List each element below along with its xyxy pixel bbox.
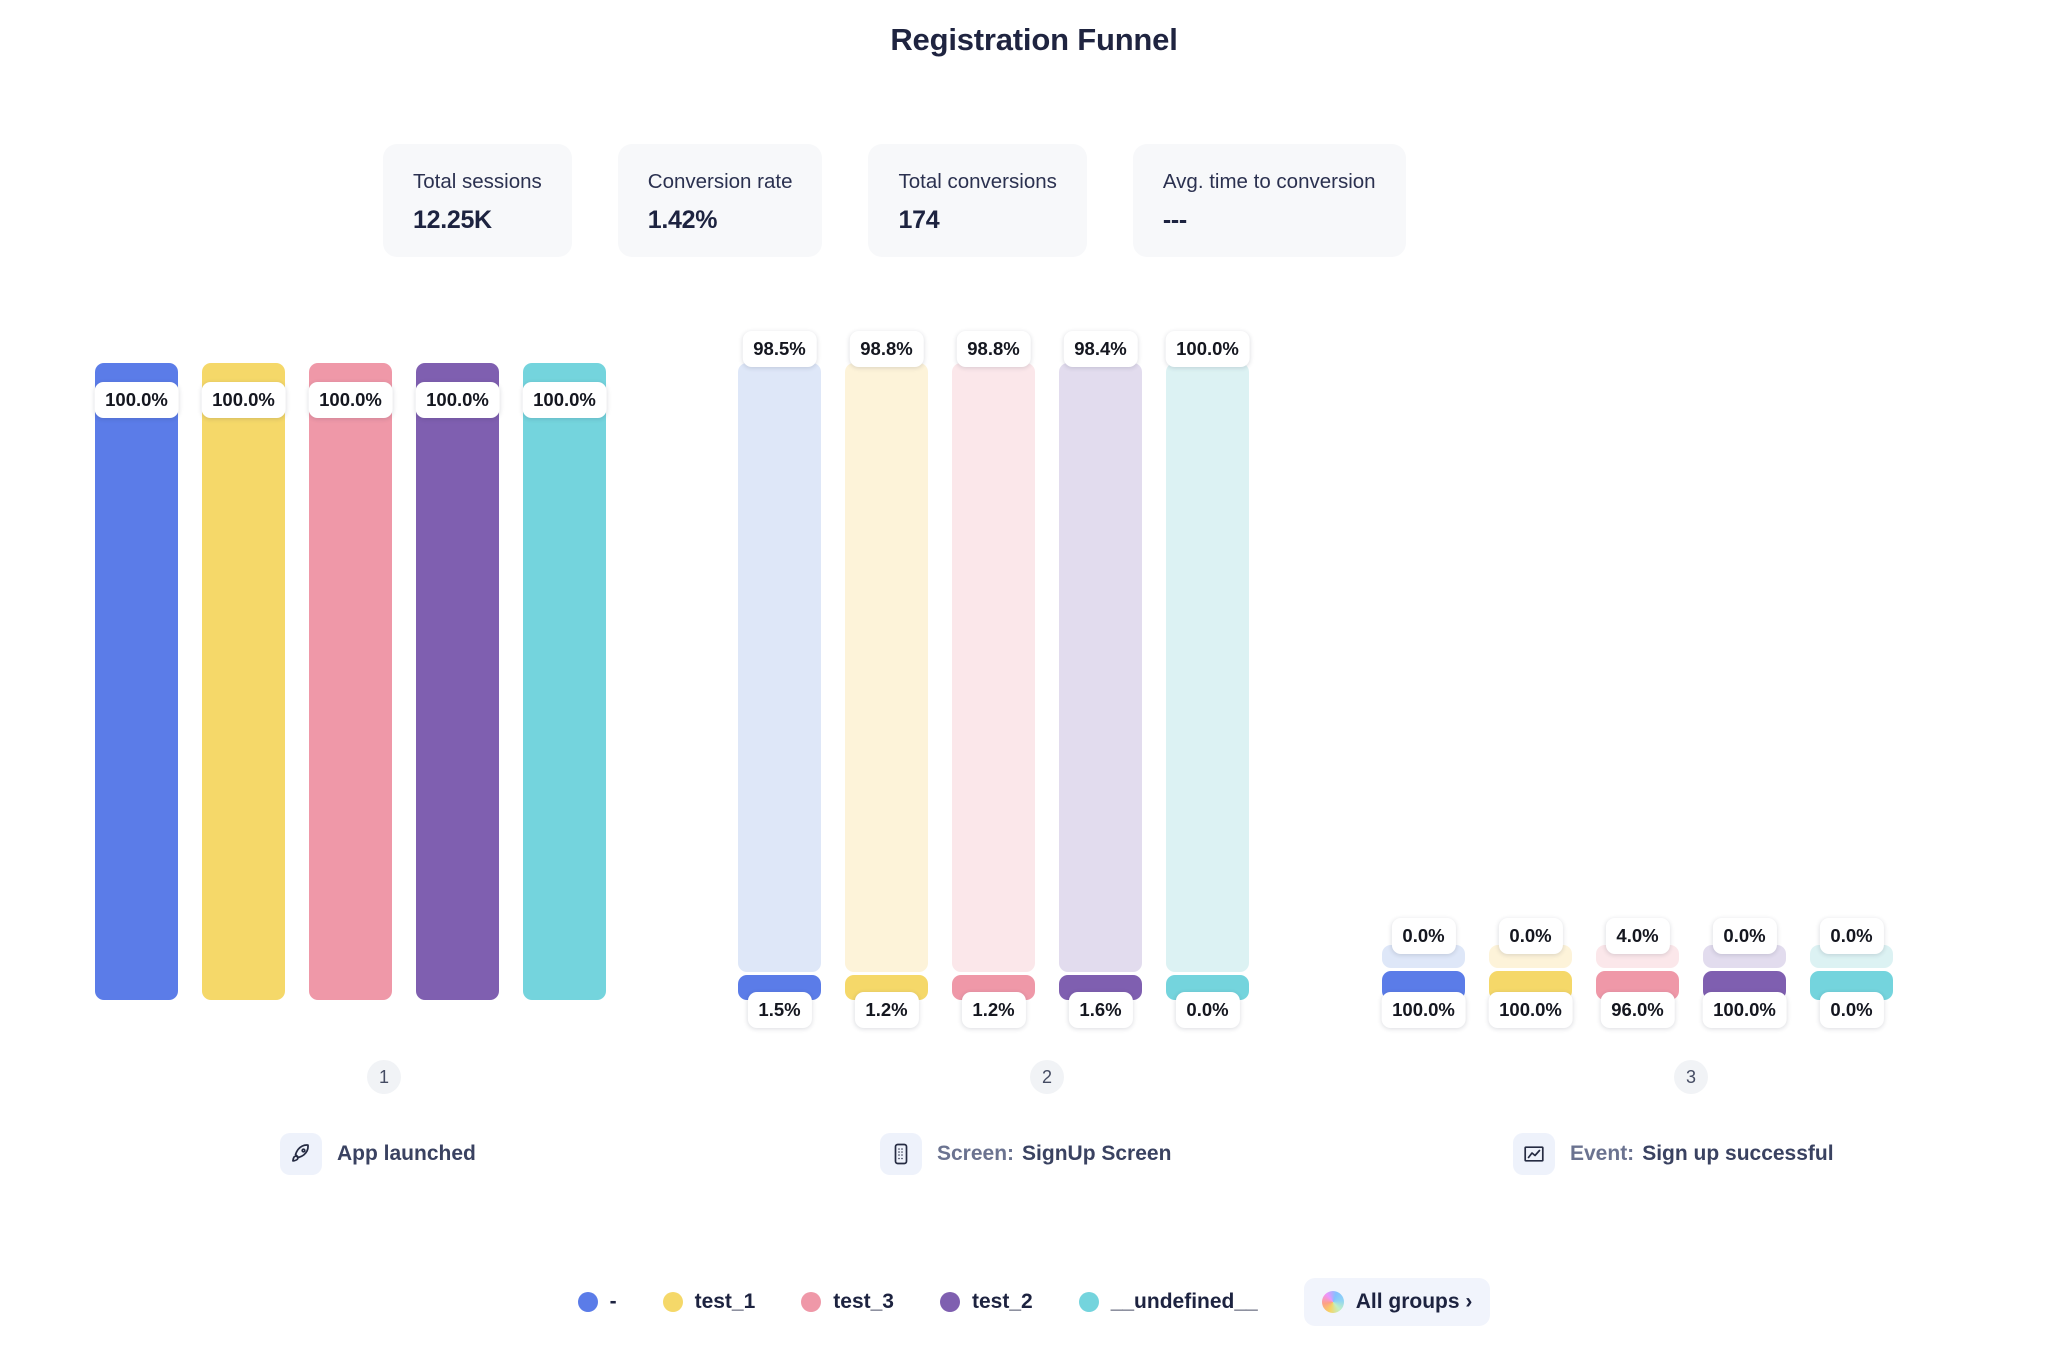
funnel-step-2-bars: 98.5% 1.5% 98.8% 1.2% 98.8% 1.2% 98.4% 1… bbox=[738, 331, 1356, 1028]
chart-line-icon bbox=[1513, 1133, 1555, 1175]
legend-item-label: - bbox=[609, 1290, 617, 1313]
bar-top-label: 98.4% bbox=[1063, 331, 1138, 367]
bar-column[interactable]: 0.0% 100.0% bbox=[1702, 918, 1787, 1028]
bar-column[interactable]: 0.0% 100.0% bbox=[1488, 918, 1573, 1028]
bar-top-label: 98.5% bbox=[742, 331, 817, 367]
legend-item-label: test_1 bbox=[694, 1290, 756, 1313]
bar-bottom-label: 100.0% bbox=[1702, 992, 1787, 1028]
bar-top-label: 100.0% bbox=[308, 382, 393, 418]
legend-color-dot bbox=[1078, 1292, 1099, 1312]
step-kind: Event: bbox=[1570, 1142, 1635, 1165]
bar-bottom-label: 1.2% bbox=[854, 992, 919, 1028]
bar-column[interactable]: 4.0% 96.0% bbox=[1596, 918, 1679, 1028]
bar-bottom-label: 1.6% bbox=[1068, 992, 1133, 1028]
bar-column[interactable]: 98.4% 1.6% bbox=[1059, 331, 1142, 1028]
bar-solid[interactable] bbox=[95, 363, 178, 1000]
step-label-3: Event: Sign up successful bbox=[1570, 1142, 1834, 1166]
step-footer-3[interactable]: Event: Sign up successful bbox=[1513, 1133, 1834, 1175]
funnel-report-page: Registration Funnel Total sessions 12.25… bbox=[0, 0, 2068, 1368]
bar-column[interactable]: 0.0% 0.0% bbox=[1810, 918, 1893, 1028]
legend-color-dot bbox=[662, 1292, 683, 1312]
step-number-2: 2 bbox=[1030, 1060, 1064, 1094]
step-number-3: 3 bbox=[1674, 1060, 1708, 1094]
legend-item-label: test_2 bbox=[971, 1290, 1033, 1313]
bar-top-label: 0.0% bbox=[1498, 918, 1563, 954]
bar-column[interactable]: 100.0% bbox=[308, 363, 393, 1000]
all-groups-button[interactable]: All groups › bbox=[1303, 1278, 1491, 1326]
bar-solid[interactable] bbox=[309, 363, 392, 1000]
step-name: App launched bbox=[337, 1142, 476, 1165]
bar-pale[interactable] bbox=[1166, 363, 1249, 972]
step-name: Sign up successful bbox=[1642, 1142, 1834, 1165]
legend-item-label: __undefined__ bbox=[1110, 1290, 1258, 1313]
bar-solid[interactable] bbox=[416, 363, 499, 1000]
funnel-step-3-bars: 0.0% 100.0% 0.0% 100.0% 4.0% 96.0% 0.0% … bbox=[1381, 918, 2000, 1028]
legend-item-4[interactable]: __undefined__ bbox=[1078, 1290, 1258, 1314]
bar-top-label: 0.0% bbox=[1819, 918, 1884, 954]
bar-top-label: 100.0% bbox=[1165, 331, 1250, 367]
bar-top-label: 0.0% bbox=[1391, 918, 1456, 954]
legend-item-3[interactable]: test_2 bbox=[939, 1290, 1033, 1314]
all-groups-label: All groups › bbox=[1355, 1290, 1473, 1313]
legend-color-dot bbox=[939, 1292, 960, 1312]
step-label-2: Screen: SignUp Screen bbox=[937, 1142, 1171, 1166]
bar-top-label: 4.0% bbox=[1605, 918, 1670, 954]
funnel-chart: 100.0% 100.0% 100.0% 100.0% 100.0% 98.5%… bbox=[0, 0, 2068, 1368]
bar-top-label: 98.8% bbox=[956, 331, 1031, 367]
bar-solid[interactable] bbox=[202, 363, 285, 1000]
bar-bottom-label: 100.0% bbox=[1488, 992, 1573, 1028]
step-footer-1[interactable]: App launched bbox=[280, 1133, 476, 1175]
bar-pale[interactable] bbox=[1059, 363, 1142, 972]
bar-top-label: 100.0% bbox=[201, 382, 286, 418]
bar-bottom-label: 1.5% bbox=[747, 992, 812, 1028]
bar-column[interactable]: 100.0% 0.0% bbox=[1165, 331, 1250, 1028]
rainbow-circle-icon bbox=[1321, 1291, 1344, 1313]
bar-bottom-label: 1.2% bbox=[961, 992, 1026, 1028]
bar-column[interactable]: 98.8% 1.2% bbox=[845, 331, 928, 1028]
chart-legend: - test_1 test_3 test_2 __undefined__ All… bbox=[0, 1278, 2068, 1326]
bar-top-label: 100.0% bbox=[94, 382, 179, 418]
step-number-1: 1 bbox=[367, 1060, 401, 1094]
legend-color-dot bbox=[577, 1292, 598, 1312]
bar-solid[interactable] bbox=[523, 363, 606, 1000]
legend-item-2[interactable]: test_3 bbox=[801, 1290, 894, 1314]
bar-top-label: 98.8% bbox=[849, 331, 924, 367]
bar-bottom-label: 96.0% bbox=[1600, 992, 1675, 1028]
step-footer-2[interactable]: Screen: SignUp Screen bbox=[880, 1133, 1171, 1175]
step-label-1: App launched bbox=[337, 1142, 476, 1166]
rocket-icon bbox=[280, 1133, 322, 1175]
bar-column[interactable]: 100.0% bbox=[415, 363, 500, 1000]
bar-bottom-label: 0.0% bbox=[1819, 992, 1884, 1028]
bar-bottom-label: 100.0% bbox=[1381, 992, 1466, 1028]
bar-column[interactable]: 100.0% bbox=[201, 363, 286, 1000]
bar-top-label: 0.0% bbox=[1712, 918, 1777, 954]
legend-color-dot bbox=[801, 1292, 822, 1312]
bar-column[interactable]: 100.0% bbox=[94, 363, 179, 1000]
step-kind: Screen: bbox=[937, 1142, 1015, 1165]
bar-bottom-label: 0.0% bbox=[1175, 992, 1240, 1028]
bar-column[interactable]: 0.0% 100.0% bbox=[1381, 918, 1466, 1028]
bar-column[interactable]: 98.8% 1.2% bbox=[952, 331, 1035, 1028]
bar-pale[interactable] bbox=[845, 363, 928, 972]
legend-item-0[interactable]: - bbox=[577, 1290, 617, 1314]
legend-item-1[interactable]: test_1 bbox=[662, 1290, 756, 1314]
bar-top-label: 100.0% bbox=[522, 382, 607, 418]
bar-pale[interactable] bbox=[952, 363, 1035, 972]
bar-pale[interactable] bbox=[738, 363, 821, 972]
mobile-screen-icon bbox=[880, 1133, 922, 1175]
step-name: SignUp Screen bbox=[1022, 1142, 1172, 1165]
legend-item-label: test_3 bbox=[833, 1290, 894, 1313]
funnel-step-1-bars: 100.0% 100.0% 100.0% 100.0% 100.0% bbox=[94, 363, 713, 1000]
bar-column[interactable]: 98.5% 1.5% bbox=[738, 331, 821, 1028]
bar-top-label: 100.0% bbox=[415, 382, 500, 418]
bar-column[interactable]: 100.0% bbox=[522, 363, 607, 1000]
